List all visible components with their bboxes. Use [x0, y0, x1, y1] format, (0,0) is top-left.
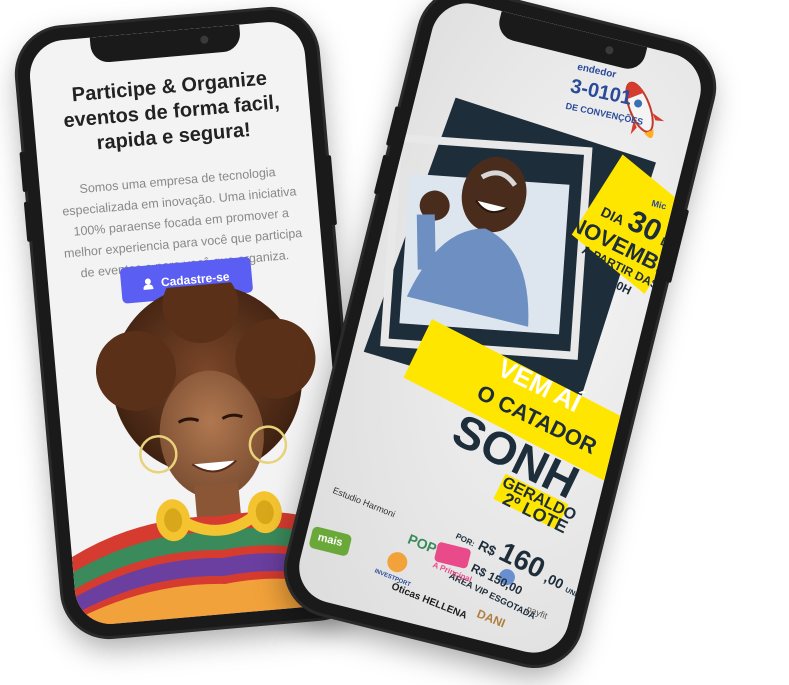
volume-up-button: [19, 151, 28, 193]
power-button: [325, 155, 338, 226]
volume-down-button: [23, 201, 33, 242]
person-icon: [143, 278, 154, 290]
volume-down-button: [373, 154, 389, 195]
right-phone: endedor 3-0101 DE CONVENÇÕES Mic DIA 30 …: [277, 0, 723, 675]
notch: [89, 24, 242, 64]
camera-icon: [604, 45, 615, 56]
event-poster-screen: endedor 3-0101 DE CONVENÇÕES Mic DIA 30 …: [291, 0, 709, 661]
volume-up-button: [385, 106, 401, 147]
camera-icon: [200, 35, 209, 45]
hero-title: Participe & Organize eventos de forma fa…: [62, 67, 281, 155]
power-button: [666, 209, 690, 284]
